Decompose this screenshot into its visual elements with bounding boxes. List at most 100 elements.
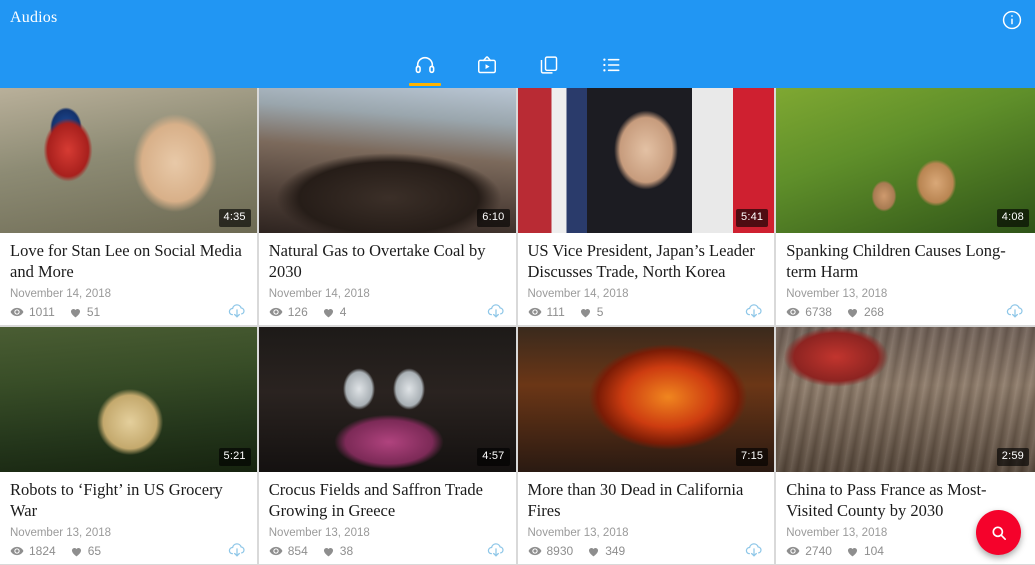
card-date: November 13, 2018 bbox=[527, 526, 629, 539]
media-card-grid: 4:35 Love for Stan Lee on Social Media a… bbox=[0, 88, 1035, 565]
heart-icon bbox=[70, 308, 80, 317]
search-fab[interactable] bbox=[976, 510, 1021, 555]
views-count: 111 bbox=[546, 305, 565, 319]
card-date: November 13, 2018 bbox=[268, 526, 370, 539]
views-stat: 111 bbox=[528, 305, 565, 319]
page-title: Audios bbox=[10, 9, 58, 26]
heart-icon bbox=[580, 308, 590, 317]
heart-icon bbox=[323, 308, 333, 317]
views-stat: 1011 bbox=[10, 305, 55, 319]
card-thumbnail[interactable]: 4:08 bbox=[776, 88, 1035, 233]
likes-count: 51 bbox=[86, 305, 101, 319]
search-icon bbox=[992, 526, 1006, 540]
download-cloud-icon[interactable] bbox=[744, 301, 764, 321]
eye-icon bbox=[786, 307, 800, 317]
card-thumbnail[interactable]: 7:15 bbox=[517, 327, 775, 472]
views-stat: 1824 bbox=[10, 544, 56, 558]
eye-icon bbox=[269, 546, 283, 556]
likes-stat: 51 bbox=[69, 305, 100, 319]
media-card[interactable]: 5:41 US Vice President, Japan’s Leader D… bbox=[517, 88, 777, 327]
likes-stat: 268 bbox=[846, 305, 884, 319]
duration-badge: 4:57 bbox=[477, 448, 510, 466]
download-cloud-icon[interactable] bbox=[227, 540, 247, 560]
card-title: More than 30 Dead in California Fires bbox=[527, 480, 744, 520]
app-root: Audios 4:35 Love for Stan Lee on Social … bbox=[0, 0, 1035, 565]
views-stat: 8930 bbox=[528, 544, 574, 558]
likes-count: 5 bbox=[596, 305, 604, 319]
download-cloud-icon[interactable] bbox=[227, 301, 247, 321]
card-body: Crocus Fields and Saffron Trade Growing … bbox=[259, 472, 516, 564]
likes-count: 38 bbox=[339, 544, 354, 558]
tab-lists[interactable] bbox=[591, 44, 631, 86]
eye-icon bbox=[10, 307, 24, 317]
views-stat: 126 bbox=[269, 305, 308, 319]
card-stats: 6738 268 bbox=[786, 305, 884, 319]
views-count: 6738 bbox=[805, 305, 832, 319]
card-thumbnail[interactable]: 4:35 bbox=[0, 88, 257, 233]
media-card[interactable]: 5:21 Robots to ‘Fight’ in US Grocery War… bbox=[0, 327, 259, 565]
tab-videos[interactable] bbox=[467, 44, 507, 86]
card-title: Robots to ‘Fight’ in US Grocery War bbox=[10, 480, 223, 520]
card-stats: 8930 349 bbox=[528, 544, 625, 558]
card-body: Natural Gas to Overtake Coal by 2030 Nov… bbox=[259, 233, 516, 325]
tab-bar bbox=[0, 44, 1035, 88]
media-card[interactable]: 4:57 Crocus Fields and Saffron Trade Gro… bbox=[258, 327, 518, 565]
app-bar: Audios bbox=[0, 0, 1035, 88]
card-stats: 111 5 bbox=[528, 305, 604, 319]
info-circle-icon[interactable] bbox=[1001, 9, 1023, 31]
card-date: November 14, 2018 bbox=[268, 287, 370, 300]
media-card[interactable]: 4:08 Spanking Children Causes Long-term … bbox=[776, 88, 1035, 327]
likes-count: 268 bbox=[863, 305, 884, 319]
card-stats: 1824 65 bbox=[10, 544, 101, 558]
card-title: Love for Stan Lee on Social Media and Mo… bbox=[10, 241, 242, 281]
card-title: Crocus Fields and Saffron Trade Growing … bbox=[268, 480, 483, 520]
download-cloud-icon[interactable] bbox=[1005, 301, 1025, 321]
duration-badge: 5:21 bbox=[218, 448, 251, 466]
eye-icon bbox=[10, 546, 24, 556]
heart-icon bbox=[71, 547, 81, 556]
likes-count: 65 bbox=[87, 544, 102, 558]
card-stats: 126 4 bbox=[269, 305, 347, 319]
card-thumbnail[interactable]: 5:21 bbox=[0, 327, 257, 472]
media-card[interactable]: 4:35 Love for Stan Lee on Social Media a… bbox=[0, 88, 259, 327]
likes-count: 4 bbox=[339, 305, 347, 319]
card-date: November 13, 2018 bbox=[10, 526, 112, 539]
views-count: 126 bbox=[287, 305, 308, 319]
views-stat: 6738 bbox=[786, 305, 832, 319]
card-stats: 1011 51 bbox=[10, 305, 100, 319]
download-cloud-icon[interactable] bbox=[486, 540, 506, 560]
views-stat: 854 bbox=[269, 544, 308, 558]
likes-stat: 104 bbox=[846, 544, 884, 558]
views-count: 854 bbox=[287, 544, 308, 558]
views-count: 1011 bbox=[29, 305, 55, 319]
card-body: Love for Stan Lee on Social Media and Mo… bbox=[0, 233, 257, 325]
views-count: 2740 bbox=[805, 544, 832, 558]
card-thumbnail[interactable]: 6:10 bbox=[258, 88, 516, 233]
card-thumbnail[interactable]: 4:57 bbox=[258, 327, 516, 472]
card-body: US Vice President, Japan’s Leader Discus… bbox=[518, 233, 775, 325]
card-title: Natural Gas to Overtake Coal by 2030 bbox=[268, 241, 486, 281]
active-tab-indicator bbox=[408, 83, 441, 86]
duration-badge: 4:35 bbox=[218, 209, 251, 227]
media-card[interactable]: 6:10 Natural Gas to Overtake Coal by 203… bbox=[258, 88, 518, 327]
card-stats: 2740 104 bbox=[786, 544, 884, 558]
views-count: 1824 bbox=[29, 544, 56, 558]
duration-badge: 7:15 bbox=[736, 448, 769, 466]
card-stats: 854 38 bbox=[269, 544, 353, 558]
card-title: US Vice President, Japan’s Leader Discus… bbox=[527, 241, 755, 281]
likes-stat: 38 bbox=[322, 544, 353, 558]
tab-audios[interactable] bbox=[405, 44, 445, 86]
heart-icon bbox=[847, 308, 858, 317]
likes-stat: 4 bbox=[322, 305, 347, 319]
card-thumbnail[interactable]: 2:59 bbox=[776, 327, 1035, 472]
media-card[interactable]: 7:15 More than 30 Dead in California Fir… bbox=[517, 327, 777, 565]
card-date: November 14, 2018 bbox=[527, 287, 629, 300]
tab-documents[interactable] bbox=[529, 44, 569, 86]
views-count: 8930 bbox=[546, 544, 574, 558]
card-date: November 13, 2018 bbox=[786, 287, 888, 300]
heart-icon bbox=[589, 547, 599, 556]
likes-stat: 349 bbox=[587, 544, 625, 558]
download-cloud-icon[interactable] bbox=[744, 540, 764, 560]
card-thumbnail[interactable]: 5:41 bbox=[517, 88, 775, 233]
download-cloud-icon[interactable] bbox=[486, 301, 506, 321]
